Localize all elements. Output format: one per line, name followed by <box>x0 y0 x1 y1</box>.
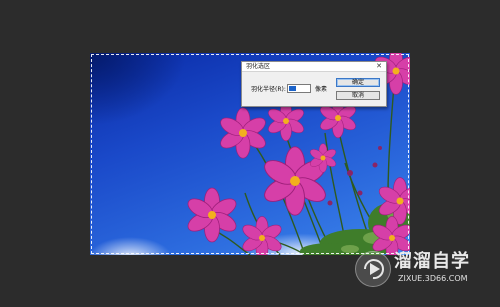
feather-radius-label: 羽化半径(R): <box>251 86 286 93</box>
feather-radius-input[interactable] <box>287 84 311 93</box>
watermark-brand: 溜溜自学 <box>394 251 470 272</box>
feather-selection-dialog: 羽化选区 ✕ 羽化半径(R): 像素 确定 取消 <box>241 61 387 107</box>
watermark: 溜溜自学 ZIXUE.3D66.COM <box>352 246 474 292</box>
unit-label: 像素 <box>315 86 328 93</box>
dialog-title: 羽化选区 <box>246 63 271 70</box>
watermark-url: ZIXUE.3D66.COM <box>398 274 468 283</box>
play-logo-icon <box>355 251 391 287</box>
ok-button[interactable]: 确定 <box>336 78 380 87</box>
close-icon[interactable]: ✕ <box>375 62 383 71</box>
cancel-button[interactable]: 取消 <box>336 91 380 100</box>
dialog-titlebar[interactable]: 羽化选区 ✕ <box>242 62 386 72</box>
